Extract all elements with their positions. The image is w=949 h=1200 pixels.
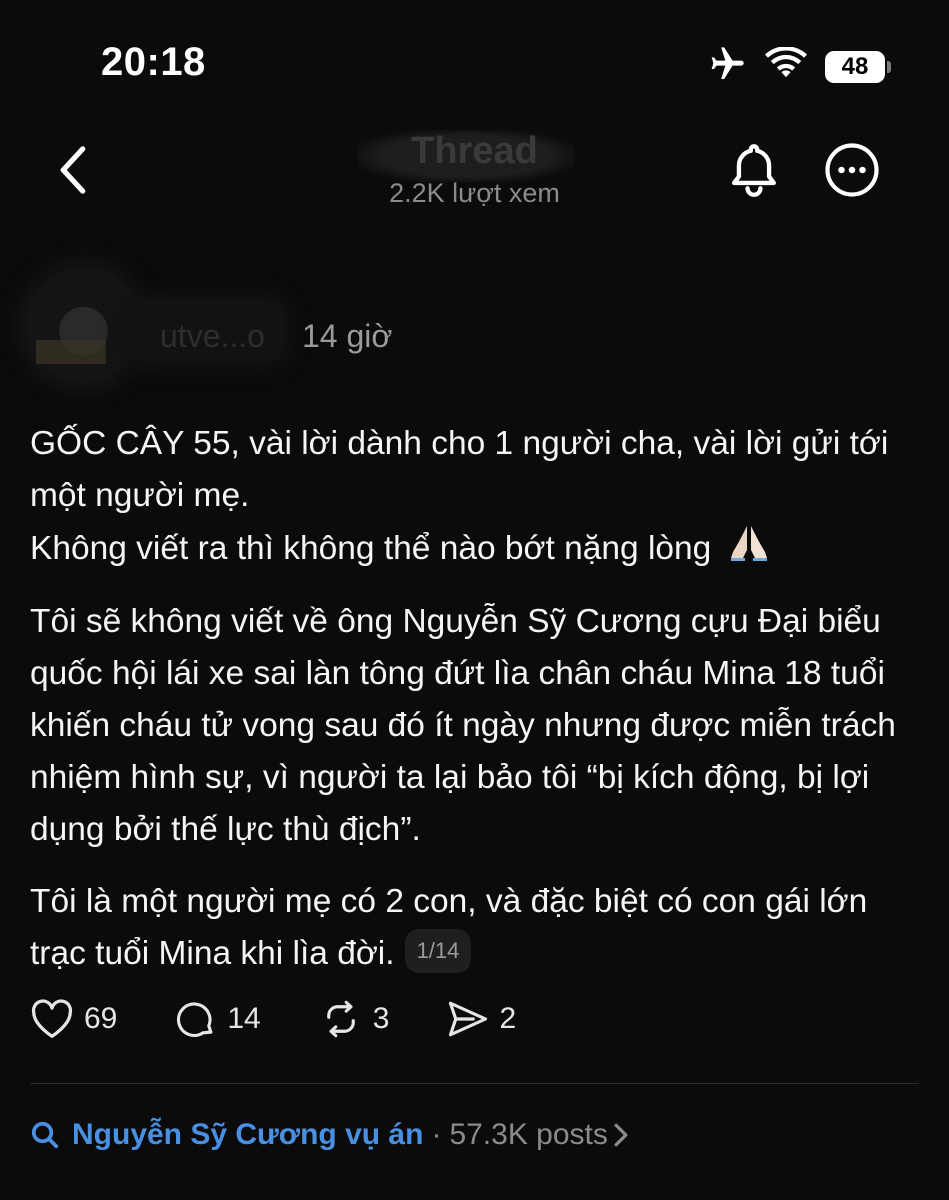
notification-button[interactable]	[724, 140, 784, 200]
paragraph-1-line-2: Không viết ra thì không thể nào bớt nặng…	[30, 529, 712, 567]
share-button[interactable]: 2	[447, 999, 516, 1039]
page-indicator: 1/14	[404, 929, 472, 974]
like-button[interactable]: 69	[30, 999, 117, 1039]
wifi-icon	[765, 46, 807, 86]
avatar[interactable]	[26, 268, 141, 383]
reply-count: 14	[227, 1002, 261, 1035]
paragraph-1-line-1: GỐC CÂY 55, vài lời dành cho 1 người cha…	[30, 425, 889, 514]
search-icon	[31, 1121, 59, 1149]
topic-link[interactable]: Nguyễn Sỹ Cương vụ án · 57.3K posts	[30, 1118, 630, 1152]
paragraph-2: Tôi sẽ không viết về ông Nguyễn Sỹ Cương…	[30, 603, 896, 848]
paragraph-3: Tôi là một người mẹ có 2 con, và đặc biệ…	[30, 876, 920, 980]
post-time: 14 giờ	[302, 318, 393, 354]
reply-button[interactable]: 14	[175, 998, 261, 1040]
praying-hands-icon	[727, 522, 771, 578]
repost-button[interactable]: 3	[319, 998, 390, 1040]
send-icon	[449, 1001, 488, 1037]
author-name[interactable]: utve...o	[160, 318, 265, 355]
status-icons: 48	[707, 44, 891, 89]
status-time: 20:18	[101, 40, 206, 84]
paragraph-1: GỐC CÂY 55, vài lời dành cho 1 người cha…	[30, 418, 920, 578]
topic-post-count: 57.3K posts	[449, 1118, 608, 1151]
page-title: Thread	[411, 130, 538, 172]
comment-icon	[177, 1002, 213, 1038]
repost-icon	[326, 1000, 355, 1038]
repost-count: 3	[372, 1002, 390, 1035]
thread-screen: 20:18 48 Thread 2.2K lượt xem utve...o 1…	[0, 0, 949, 1200]
bell-icon	[732, 144, 776, 197]
chevron-right-icon	[614, 1123, 628, 1147]
avatar-detail	[36, 340, 106, 364]
post-actions: 69 14 3 2	[30, 998, 574, 1040]
share-count: 2	[499, 1002, 517, 1035]
airplane-icon	[707, 44, 747, 89]
topic-separator: ·	[431, 1118, 442, 1151]
like-count: 69	[84, 1002, 118, 1035]
more-options-button[interactable]	[822, 140, 882, 200]
heart-icon	[31, 999, 73, 1038]
topic-name[interactable]: Nguyễn Sỹ Cương vụ án	[72, 1118, 423, 1152]
more-icon	[825, 143, 879, 197]
post-body: GỐC CÂY 55, vài lời dành cho 1 người cha…	[30, 418, 920, 1000]
divider	[30, 1083, 919, 1084]
battery-icon: 48	[825, 50, 891, 83]
view-count: 2.2K lượt xem	[389, 178, 560, 208]
